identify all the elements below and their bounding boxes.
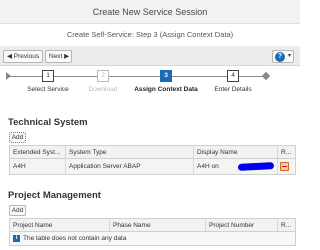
previous-button[interactable]: ◀ Previous (3, 50, 43, 63)
roadmap-step-4-label[interactable]: Enter Details (198, 86, 268, 93)
technical-system-title: Technical System (8, 117, 88, 128)
roadmap-end-icon (261, 71, 271, 81)
roadmap-step-2-label: Download (88, 86, 118, 93)
table-header: Project Name Phase Name Project Number R… (10, 219, 295, 232)
roadmap-step-3[interactable]: 3 (160, 70, 172, 82)
info-icon: i (13, 235, 20, 242)
column-header-remove[interactable]: R... (278, 146, 295, 158)
system-type-cell: Application Server ABAP (66, 159, 194, 174)
empty-table-message: The table does not contain any data (23, 235, 127, 242)
page-subtitle: Create Self-Service: Step 3 (Assign Cont… (66, 30, 234, 39)
extended-system-cell: A4H (10, 159, 66, 174)
column-header-display-name[interactable]: Display Name (194, 146, 278, 158)
roadmap: 1 Select Service 2 Download 3 Assign Con… (0, 67, 300, 103)
roadmap-step-1[interactable]: 1 (42, 70, 54, 82)
column-header-project-name[interactable]: Project Name (10, 219, 110, 231)
project-management-table: Project Name Phase Name Project Number R… (9, 218, 296, 246)
toolbar: ◀ Previous Next ▶ ? ▾ (0, 46, 300, 66)
chevron-down-icon: ▾ (287, 53, 291, 59)
roadmap-step-4[interactable]: 4 (227, 70, 239, 82)
technical-system-add-button[interactable]: Add (9, 132, 26, 143)
table-row[interactable]: A4H Application Server ABAP A4H on (10, 159, 295, 174)
roadmap-step-3-label[interactable]: Assign Context Data (131, 86, 201, 93)
title-bar: Create New Service Session (0, 0, 300, 24)
column-header-phase-name[interactable]: Phase Name (110, 219, 206, 231)
technical-system-table: Extended Syst... System Type Display Nam… (9, 145, 296, 175)
column-header-remove[interactable]: R... (278, 219, 295, 231)
table-header: Extended Syst... System Type Display Nam… (10, 146, 295, 159)
project-management-title: Project Management (8, 190, 101, 201)
empty-table-row: i The table does not contain any data (10, 232, 295, 245)
column-header-project-number[interactable]: Project Number (206, 219, 278, 231)
help-icon: ? (275, 52, 285, 62)
column-header-extended-system[interactable]: Extended Syst... (10, 146, 66, 158)
delete-icon[interactable] (280, 162, 289, 171)
roadmap-start-icon (6, 72, 11, 80)
help-menu-button[interactable]: ? ▾ (272, 50, 294, 63)
next-button[interactable]: Next ▶ (45, 50, 72, 63)
project-management-add-button[interactable]: Add (9, 205, 26, 216)
column-header-system-type[interactable]: System Type (66, 146, 194, 158)
roadmap-step-2: 2 (97, 70, 109, 82)
window-title: Create New Service Session (92, 7, 208, 17)
